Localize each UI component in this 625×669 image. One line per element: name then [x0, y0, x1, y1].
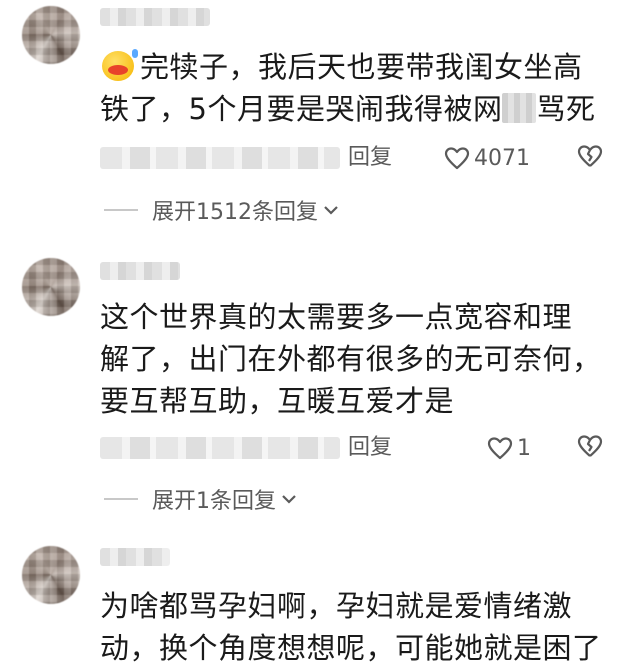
expand-replies-label: 展开1512条回复 [152, 200, 318, 225]
comment-text-line: 为啥都骂孕妇啊，孕妇就是爱情绪激 [100, 589, 573, 623]
comment-text: 这个世界真的太需要多一点宽容和理 解了，出门在外都有很多的无可奈何， 要互帮互助… [100, 296, 610, 422]
reply-button[interactable]: 回复 [348, 141, 392, 175]
expand-replies-label: 展开1条回复 [152, 489, 276, 514]
chevron-down-icon [282, 495, 296, 504]
comment-text: 为啥都骂孕妇啊，孕妇就是爱情绪激 动，换个角度想想呢，可能她就是困了 [100, 585, 610, 669]
like-count: 4071 [474, 145, 530, 171]
timestamp-location-blurred [100, 147, 340, 169]
expand-replies-button[interactable]: 展开1512条回复 [104, 193, 340, 227]
comment-actions: 回复 4071 [0, 141, 625, 175]
reply-button[interactable]: 回复 [348, 431, 392, 465]
comment-text-line: 骂死 [536, 92, 596, 126]
heart-outline-icon [487, 437, 513, 460]
avatar[interactable] [22, 546, 80, 604]
divider [104, 209, 138, 211]
comment-text-line: 要互帮互助，互暖互爱才是 [100, 384, 455, 418]
comment-text-line: 铁了，5个月要是哭闹我得被网 [100, 92, 503, 126]
censored-mosaic [502, 93, 537, 123]
heart-outline-icon [444, 147, 470, 170]
username-blurred[interactable] [100, 8, 210, 26]
comment-actions: 回复 1 [0, 431, 625, 465]
comment-text-line: 解了，出门在外都有很多的无可奈何， [100, 342, 602, 376]
divider [104, 498, 138, 500]
avatar[interactable] [22, 258, 80, 316]
duck-mouth-emoji-icon [100, 49, 138, 83]
chevron-down-icon [324, 206, 338, 215]
broken-heart-icon[interactable] [577, 144, 603, 168]
like-count: 1 [517, 435, 531, 461]
comment-text: 完犊子，我后天也要带我闺女坐高 铁了，5个月要是哭闹我得被网 骂死 [100, 46, 610, 130]
like-button[interactable]: 1 [487, 431, 531, 465]
username-blurred[interactable] [100, 262, 180, 280]
avatar[interactable] [22, 6, 80, 64]
comment-text-line: 完犊子，我后天也要带我闺女坐高 [140, 50, 583, 84]
comment-text-line: 这个世界真的太需要多一点宽容和理 [100, 300, 573, 334]
timestamp-location-blurred [100, 437, 340, 459]
username-blurred[interactable] [100, 548, 170, 566]
broken-heart-icon[interactable] [577, 434, 603, 458]
like-button[interactable]: 4071 [444, 141, 530, 175]
comment-text-line: 动，换个角度想想呢，可能她就是困了 [100, 631, 602, 665]
expand-replies-button[interactable]: 展开1条回复 [104, 482, 298, 516]
